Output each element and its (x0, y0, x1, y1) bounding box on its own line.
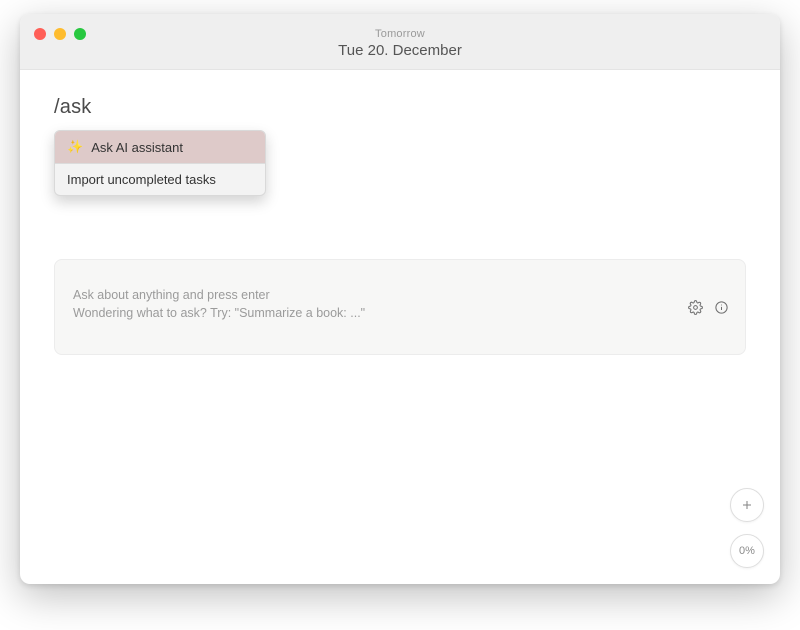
add-task-button[interactable] (730, 488, 764, 522)
dropdown-item-ask-ai[interactable]: ✨ Ask AI assistant (55, 131, 265, 163)
ask-panel-icons (687, 299, 729, 315)
command-dropdown: ✨ Ask AI assistant Import uncompleted ta… (54, 130, 266, 196)
gear-icon[interactable] (687, 299, 703, 315)
fab-stack: 0% (730, 488, 764, 568)
dropdown-item-label: Ask AI assistant (91, 140, 183, 155)
progress-indicator[interactable]: 0% (730, 534, 764, 568)
progress-value: 0% (739, 545, 755, 557)
plus-icon (739, 497, 755, 513)
window-controls (34, 28, 86, 40)
dropdown-item-import-tasks[interactable]: Import uncompleted tasks (55, 163, 265, 195)
ask-panel[interactable]: Ask about anything and press enter Wonde… (54, 259, 746, 355)
content-area: /ask ✨ Ask AI assistant Import uncomplet… (20, 70, 780, 584)
close-window-button[interactable] (34, 28, 46, 40)
app-window: Tomorrow Tue 20. December /ask ✨ Ask AI … (20, 14, 780, 584)
dropdown-item-label: Import uncompleted tasks (67, 172, 216, 187)
minimize-window-button[interactable] (54, 28, 66, 40)
title-super: Tomorrow (34, 28, 766, 42)
sparkles-icon: ✨ (67, 139, 83, 155)
ask-placeholder: Ask about anything and press enter Wonde… (73, 286, 727, 322)
title-center: Tomorrow Tue 20. December (34, 22, 766, 61)
titlebar: Tomorrow Tue 20. December (20, 14, 780, 70)
info-icon[interactable] (713, 299, 729, 315)
command-input[interactable]: /ask (54, 96, 746, 119)
maximize-window-button[interactable] (74, 28, 86, 40)
title-date: Tue 20. December (34, 42, 766, 61)
